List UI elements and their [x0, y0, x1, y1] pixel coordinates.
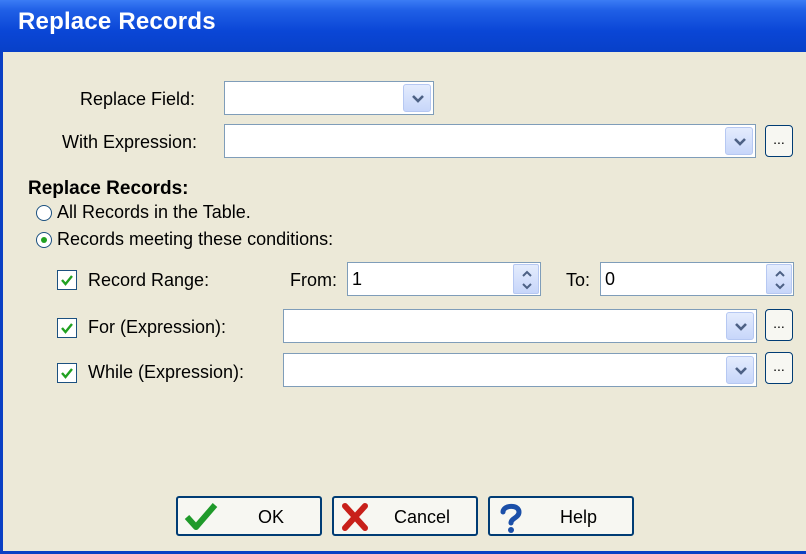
record-range-label[interactable]: Record Range: [88, 270, 209, 291]
checkmark-icon [184, 503, 218, 530]
to-spinner[interactable]: 0 [600, 262, 794, 296]
for-expression-checkbox[interactable] [57, 318, 77, 338]
title-bar[interactable]: Replace Records [0, 0, 806, 52]
chevron-down-icon [412, 95, 424, 103]
ok-button[interactable]: OK [176, 496, 322, 536]
replace-field-dropdown-button[interactable] [403, 84, 431, 112]
while-expression-builder-button[interactable]: ... [765, 352, 793, 384]
replace-records-dialog: Replace Records Replace Field: With Expr… [0, 0, 806, 554]
radio-records-meeting-conditions[interactable] [36, 232, 52, 248]
window-frame-left [0, 52, 3, 554]
question-icon [500, 503, 522, 533]
to-label: To: [566, 270, 591, 290]
for-expression-builder-button[interactable]: ... [765, 309, 793, 341]
for-expression-dropdown-button[interactable] [726, 312, 754, 340]
with-expression-label: With Expression: [62, 132, 198, 152]
from-label: From: [290, 270, 337, 290]
checkmark-icon [61, 323, 73, 334]
from-spinner-buttons[interactable] [513, 264, 539, 294]
radio-selected-dot [41, 237, 47, 243]
dialog-title: Replace Records [18, 8, 216, 35]
while-expression-dropdown-button[interactable] [726, 356, 754, 384]
to-value: 0 [605, 269, 616, 289]
record-range-checkbox[interactable] [57, 270, 77, 290]
ok-button-label: OK [258, 507, 285, 527]
for-expression-combo[interactable] [283, 309, 757, 343]
up-down-arrows-icon [522, 270, 532, 290]
cancel-button[interactable]: Cancel [332, 496, 478, 536]
with-expression-dropdown-button[interactable] [725, 127, 753, 155]
from-spinner[interactable]: 1 [347, 262, 541, 296]
up-down-arrows-icon [775, 270, 785, 290]
scope-heading: Replace Records: [28, 178, 189, 199]
from-value: 1 [352, 269, 363, 289]
while-expression-checkbox[interactable] [57, 363, 77, 383]
cancel-button-label: Cancel [394, 507, 451, 527]
with-expression-combo[interactable] [224, 124, 756, 158]
to-spinner-buttons[interactable] [766, 264, 792, 294]
radio-all-records[interactable] [36, 205, 52, 221]
help-button[interactable]: Help [488, 496, 634, 536]
chevron-down-icon [734, 138, 746, 146]
while-expression-combo[interactable] [283, 353, 757, 387]
replace-field-label: Replace Field: [80, 89, 196, 109]
help-button-label: Help [560, 507, 598, 527]
radio-all-records-label[interactable]: All Records in the Table. [57, 202, 251, 223]
while-expression-label[interactable]: While (Expression): [88, 362, 244, 383]
with-expression-builder-button[interactable]: ... [765, 125, 793, 157]
replace-field-combo[interactable] [224, 81, 434, 115]
chevron-down-icon [735, 367, 747, 375]
radio-records-meeting-conditions-label[interactable]: Records meeting these conditions: [57, 229, 333, 250]
chevron-down-icon [735, 323, 747, 331]
for-expression-label[interactable]: For (Expression): [88, 317, 226, 338]
checkmark-icon [61, 368, 73, 379]
x-icon [342, 503, 368, 531]
checkmark-icon [61, 275, 73, 286]
